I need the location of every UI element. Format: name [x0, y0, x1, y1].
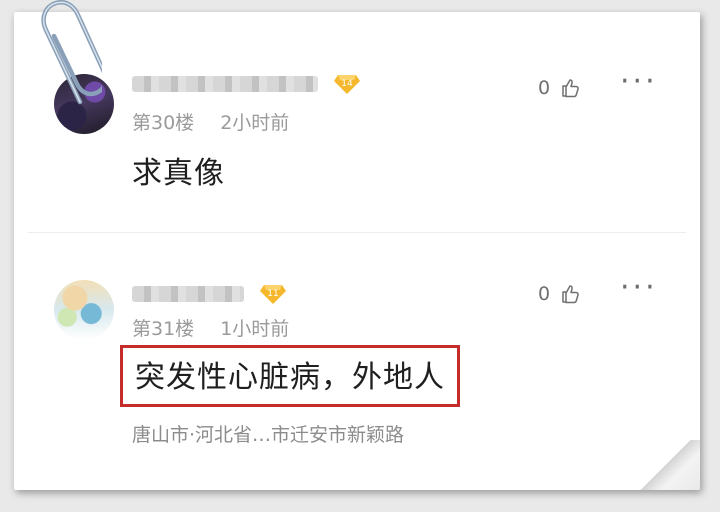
comment-card: 14 第30楼 2小时前 求真像 0 ··· 11 第31楼 1小时前 突发性心… [14, 12, 700, 490]
more-options-button[interactable]: ··· [620, 64, 658, 99]
like-count: 0 [538, 283, 551, 305]
level-number: 11 [267, 289, 278, 299]
like-button[interactable]: 0 [538, 76, 581, 100]
screenshot-stage: 14 第30楼 2小时前 求真像 0 ··· 11 第31楼 1小时前 突发性心… [0, 0, 720, 512]
avatar[interactable] [54, 280, 114, 340]
level-badge: 11 [260, 282, 286, 304]
paperclip-icon [32, 0, 102, 112]
comment-text: 求真像 [132, 156, 225, 191]
page-curl [630, 440, 700, 490]
username-blurred[interactable] [132, 286, 244, 302]
thumbs-up-icon [562, 79, 579, 98]
level-badge: 14 [334, 72, 360, 94]
floor-number: 第30楼 [132, 112, 195, 134]
username-blurred[interactable] [132, 76, 318, 92]
thumbs-up-icon [562, 285, 579, 304]
location-text: 唐山市·河北省…市迁安市新颖路 [132, 424, 405, 446]
diamond-badge-icon: 14 [334, 75, 360, 94]
floor-number: 第31楼 [132, 318, 195, 340]
comment-meta: 第30楼 2小时前 [132, 108, 289, 135]
diamond-badge-icon: 11 [260, 285, 286, 304]
timestamp: 1小时前 [220, 318, 290, 340]
comment-meta: 第31楼 1小时前 [132, 314, 289, 341]
divider [28, 232, 686, 233]
like-count: 0 [538, 77, 551, 99]
more-options-button[interactable]: ··· [620, 270, 658, 305]
comment-text-highlighted: 突发性心脏病，外地人 [120, 345, 460, 407]
timestamp: 2小时前 [220, 112, 290, 134]
like-button[interactable]: 0 [538, 282, 581, 306]
level-number: 14 [341, 79, 353, 89]
